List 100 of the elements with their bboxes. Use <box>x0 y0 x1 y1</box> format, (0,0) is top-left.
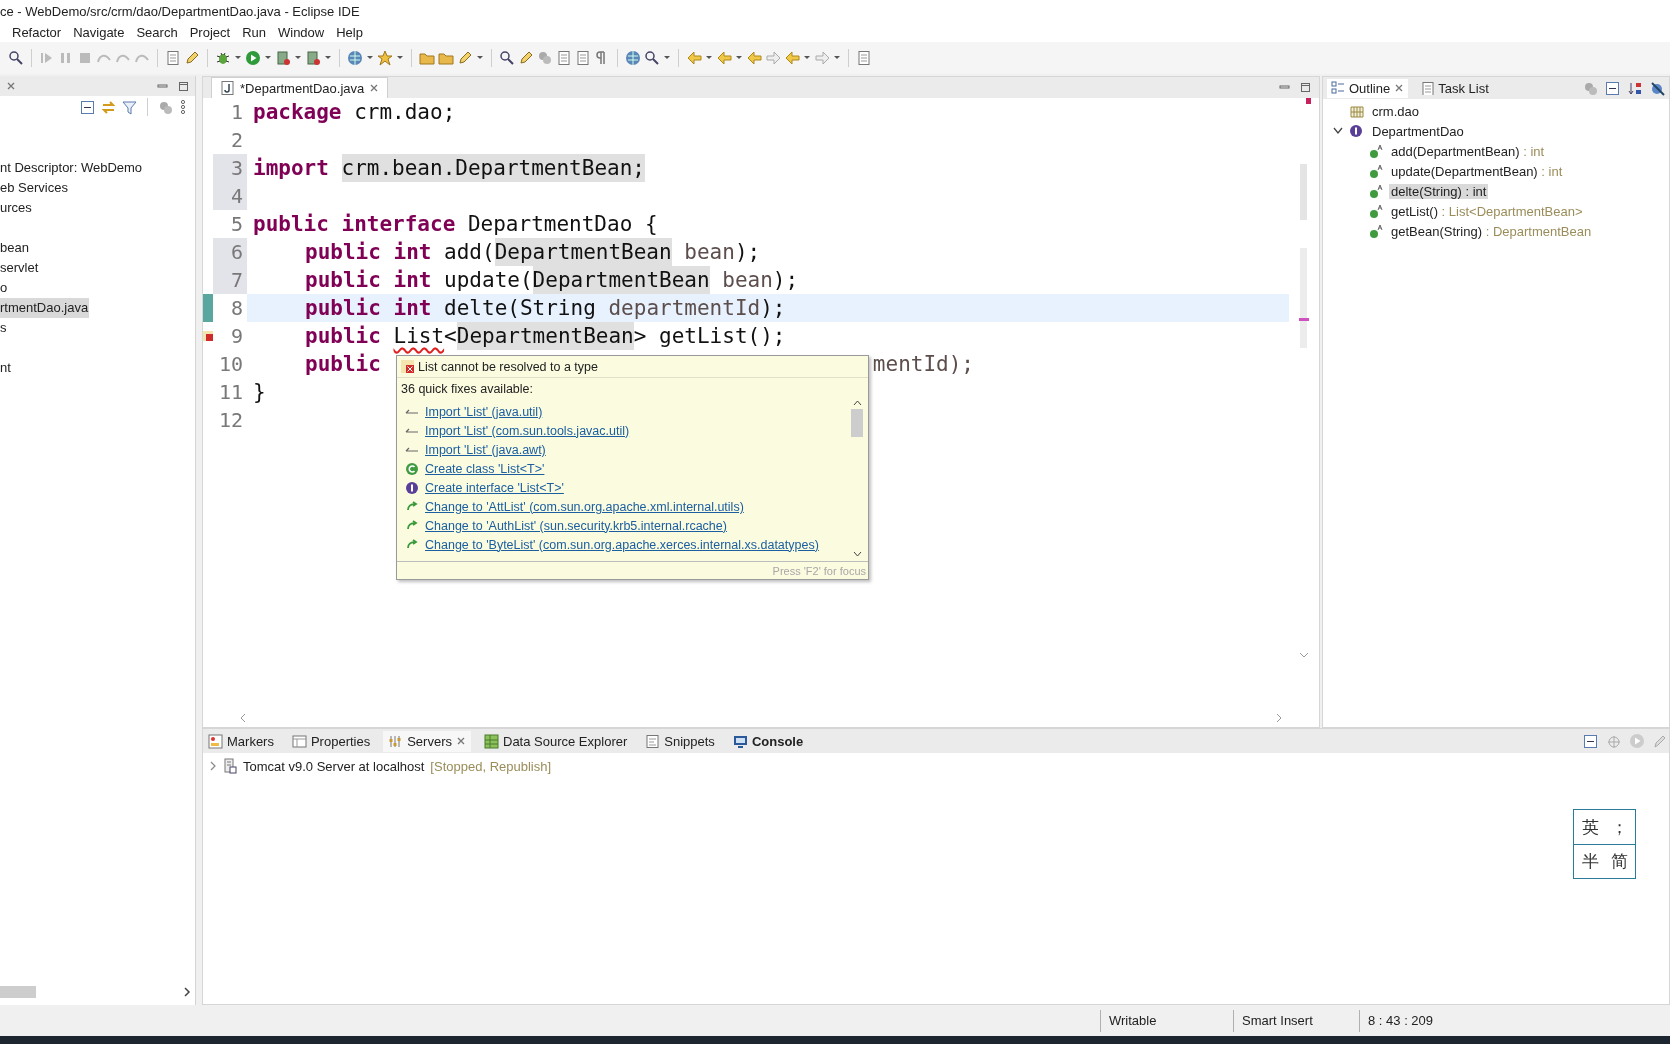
pencil-icon[interactable] <box>457 50 473 66</box>
menu-item[interactable]: Navigate <box>67 24 131 40</box>
document-icon[interactable] <box>575 50 591 66</box>
server-icon[interactable] <box>275 50 291 66</box>
chevron-up-icon[interactable] <box>852 400 862 406</box>
panel-tab[interactable]: Task List <box>1416 78 1493 98</box>
caret-icon[interactable] <box>396 54 404 62</box>
document-icon[interactable] <box>556 50 572 66</box>
outline-item[interactable]: update(DepartmentBean) : int <box>1389 163 1565 179</box>
tree-item[interactable]: rtmentDao.java <box>0 298 90 318</box>
outline-item[interactable]: add(DepartmentBean) : int <box>1389 143 1547 159</box>
quick-fix-link[interactable]: Change to 'AuthList' (sun.security.krb5.internal.rcache) <box>425 518 727 533</box>
arrow-left-icon[interactable] <box>784 50 800 66</box>
quick-fix-link[interactable]: Import 'List' (java.awt) <box>425 442 546 457</box>
server-name[interactable]: Tomcat v9.0 Server at localhost <box>243 758 425 774</box>
minimize-icon[interactable] <box>1279 82 1290 92</box>
outline-item[interactable]: delte(String) : int <box>1389 183 1489 199</box>
search-icon[interactable] <box>8 50 24 66</box>
tree-item[interactable]: nt Descriptor: WebDemo <box>0 158 144 178</box>
close-icon[interactable] <box>1394 83 1405 93</box>
tree-item[interactable]: o <box>0 278 9 298</box>
menu-item[interactable]: Help <box>330 24 369 40</box>
collapse-all-icon[interactable] <box>1583 733 1598 749</box>
outline-item[interactable]: getBean(String) : DepartmentBean <box>1389 223 1594 239</box>
pencil-icon[interactable] <box>518 50 534 66</box>
play-icon[interactable] <box>245 50 261 66</box>
sliders-icon <box>388 733 404 749</box>
quick-fix-link[interactable]: Import 'List' (java.util) <box>425 404 543 419</box>
tree-item[interactable]: urces <box>0 198 33 218</box>
quick-fix-link[interactable]: Create class 'List<T>' <box>425 461 545 476</box>
pencil-icon[interactable] <box>184 50 200 66</box>
scrollbar-thumb[interactable] <box>851 409 863 437</box>
quick-fix-link[interactable]: Import 'List' (com.sun.tools.javac.util) <box>425 423 630 438</box>
hide-fields-icon[interactable] <box>1650 80 1665 96</box>
sort-icon[interactable] <box>1628 80 1642 96</box>
outline-item[interactable]: crm.dao <box>1370 103 1421 119</box>
panel-tab[interactable]: Servers <box>383 730 471 752</box>
menu-item[interactable]: Run <box>236 24 272 40</box>
arrow-left-icon[interactable] <box>746 50 762 66</box>
filter-icon[interactable] <box>122 99 137 115</box>
search-icon[interactable] <box>499 50 515 66</box>
tree-item[interactable]: nt <box>0 358 12 378</box>
caret-icon[interactable] <box>294 54 302 62</box>
close-icon[interactable] <box>369 83 380 93</box>
ime-indicator[interactable]: 英 <box>1581 815 1599 839</box>
caret-icon[interactable] <box>803 54 811 62</box>
panel-tab[interactable]: Outline <box>1327 78 1409 98</box>
menu-item[interactable]: Search <box>130 24 184 40</box>
caret-icon[interactable] <box>366 54 374 62</box>
collapse-all-icon[interactable] <box>1605 80 1620 96</box>
maximize-icon[interactable] <box>178 80 189 92</box>
caret-icon[interactable] <box>234 54 242 62</box>
caret-icon[interactable] <box>663 54 671 62</box>
close-icon[interactable] <box>456 736 466 746</box>
panel-tab[interactable]: Properties <box>286 730 376 752</box>
quick-fix-link[interactable]: Create interface 'List<T>' <box>425 480 564 495</box>
chevron-down-icon[interactable] <box>852 551 862 557</box>
star-icon[interactable] <box>377 50 393 66</box>
document-icon[interactable] <box>856 50 872 66</box>
tree-item[interactable]: eb Services <box>0 178 69 198</box>
panel-tab[interactable]: Console <box>727 730 809 752</box>
outline-item[interactable]: getList() : List<DepartmentBean> <box>1389 203 1585 219</box>
globe-icon[interactable] <box>347 50 363 66</box>
more-icon[interactable] <box>179 99 187 115</box>
tree-item[interactable]: servlet <box>0 258 40 278</box>
server-icon[interactable] <box>305 50 321 66</box>
document-icon[interactable] <box>165 50 181 66</box>
panel-tab[interactable]: Markers <box>203 730 279 752</box>
ime-indicator[interactable]: 简 <box>1610 850 1628 873</box>
tree-item[interactable]: bean <box>0 238 30 258</box>
tree-item[interactable]: s <box>0 318 8 338</box>
menu-item[interactable]: Refactor <box>6 24 68 40</box>
folder-icon[interactable] <box>438 50 454 66</box>
collapse-all-icon[interactable] <box>80 99 95 115</box>
panel-tab[interactable]: Snippets <box>640 730 720 752</box>
outline-item[interactable]: DepartmentDao <box>1370 123 1466 139</box>
scrollbar[interactable] <box>850 400 864 557</box>
menu-item[interactable]: Window <box>272 24 331 40</box>
caret-icon[interactable] <box>324 54 332 62</box>
menu-item[interactable]: Project <box>183 24 237 40</box>
caret-icon[interactable] <box>833 54 841 62</box>
quick-fix-link[interactable]: Change to 'AttList' (com.sun.org.apache.xml.internal.utils) <box>425 499 744 514</box>
maximize-icon[interactable] <box>1300 82 1311 93</box>
caret-icon[interactable] <box>705 54 713 62</box>
caret-icon[interactable] <box>264 54 272 62</box>
chevron-left-icon[interactable] <box>239 713 247 723</box>
search-icon[interactable] <box>644 50 660 66</box>
link-icon[interactable] <box>101 99 116 115</box>
panel-tab[interactable]: Data Source Explorer <box>479 730 633 752</box>
caret-icon[interactable] <box>476 54 484 62</box>
ime-indicator[interactable]: ； <box>1610 815 1628 839</box>
ime-indicator[interactable]: 半 <box>1581 850 1599 873</box>
quick-fix-link[interactable]: Change to 'ByteList' (com.sun.org.apache.xerces.internal.xs.datatypes) <box>425 537 819 552</box>
editor-tab[interactable]: *DepartmentDao.java <box>211 77 389 98</box>
scrollbar-thumb[interactable] <box>0 986 36 998</box>
chevron-down-icon[interactable] <box>1333 127 1343 135</box>
caret-icon[interactable] <box>735 54 743 62</box>
folder-icon[interactable] <box>419 50 435 66</box>
chevron-right-icon[interactable] <box>183 987 191 997</box>
close-icon[interactable] <box>6 81 16 91</box>
